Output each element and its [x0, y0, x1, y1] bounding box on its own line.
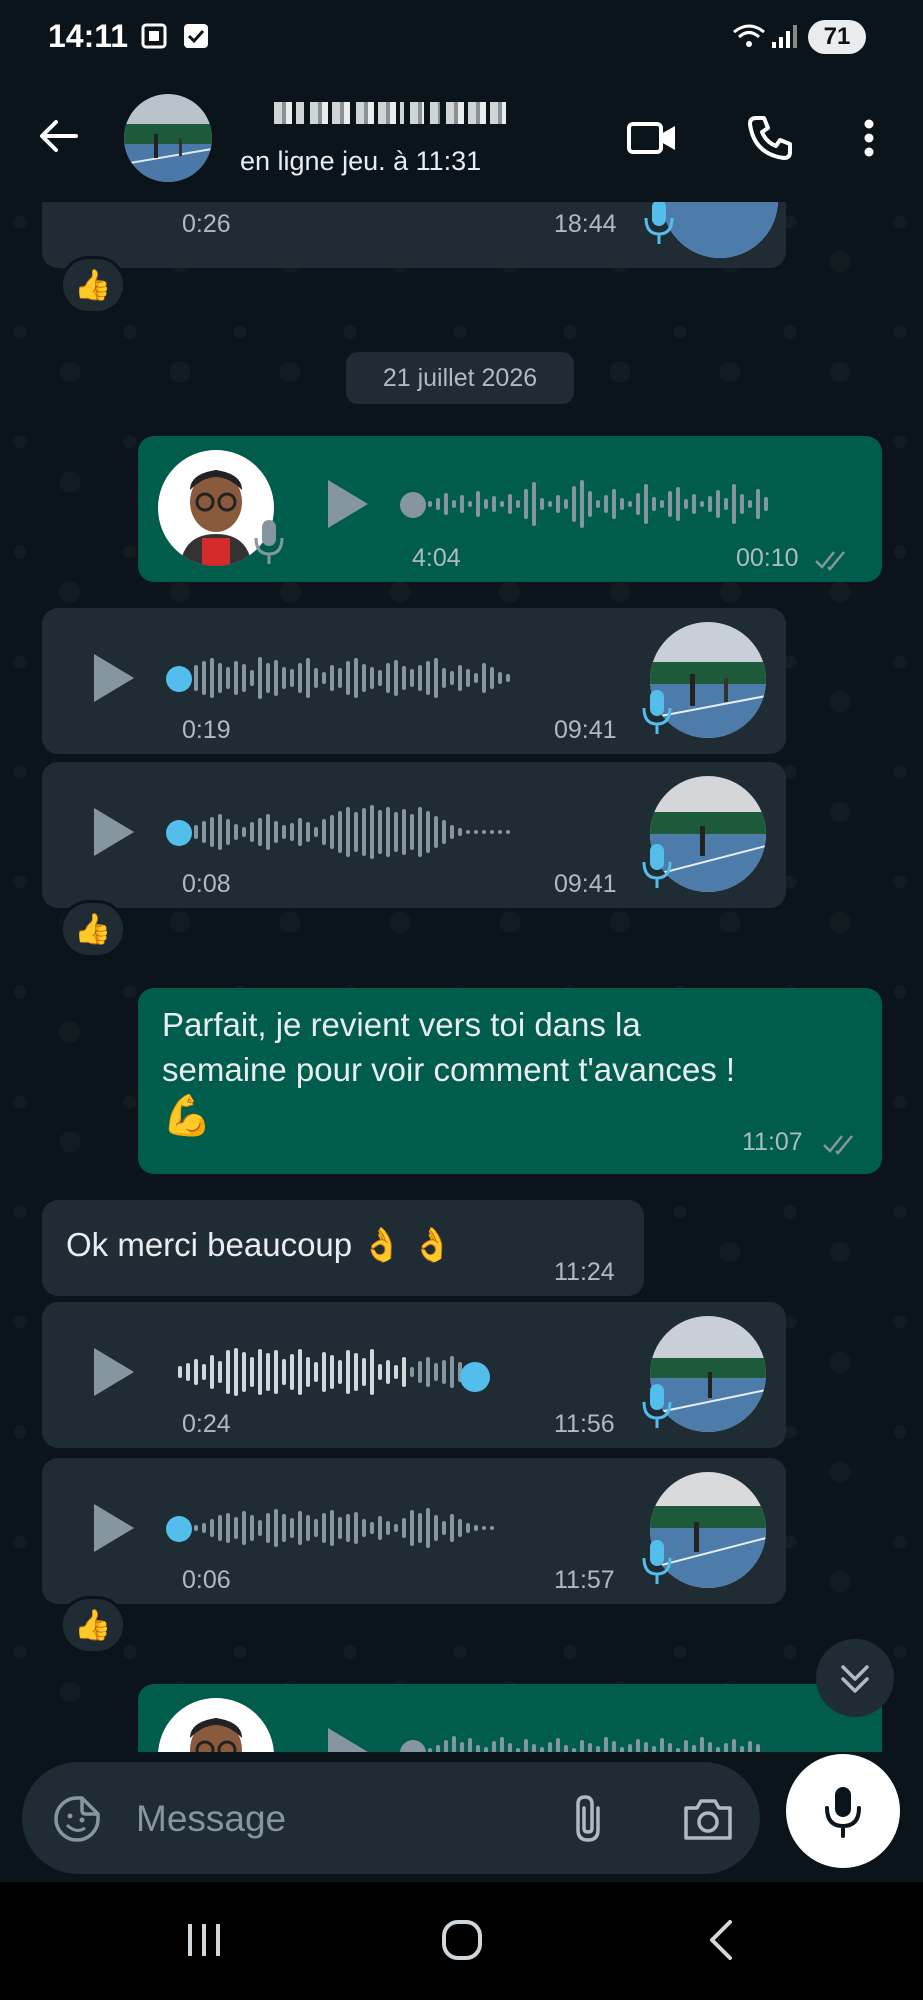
waveform[interactable] [194, 650, 510, 706]
phone-icon[interactable] [742, 110, 798, 166]
voice-message-incoming[interactable]: 0:19 09:41 [42, 608, 786, 754]
sender-avatar [662, 202, 778, 258]
status-bar: 14:11 71 [0, 0, 923, 78]
voice-record-button[interactable] [786, 1754, 900, 1868]
contact-avatar[interactable] [124, 94, 212, 182]
waveform[interactable] [428, 1724, 760, 1752]
nav-back-icon[interactable] [704, 1918, 738, 1962]
camera-icon[interactable] [682, 1796, 734, 1842]
voice-message-incoming[interactable]: 0:06 11:57 [42, 1458, 786, 1604]
mic-icon [825, 1787, 861, 1838]
play-icon[interactable] [324, 1726, 370, 1752]
mic-icon [642, 690, 672, 734]
message-input[interactable]: Message [22, 1762, 760, 1874]
video-call-icon[interactable] [624, 110, 680, 166]
reaction-badge[interactable]: 👍 [60, 256, 126, 314]
message-placeholder: Message [136, 1798, 287, 1839]
voice-message-outgoing[interactable]: 4:04 00:10 [138, 436, 882, 582]
voice-duration: 0:26 [182, 210, 231, 238]
play-icon[interactable] [90, 1502, 136, 1554]
reaction-badge[interactable]: 👍 [60, 900, 126, 958]
attach-icon[interactable] [568, 1792, 608, 1846]
waveform[interactable] [178, 1344, 486, 1400]
voice-duration: 0:24 [182, 1410, 231, 1438]
status-time: 14:11 [48, 18, 129, 54]
voice-message-incoming[interactable]: 0:08 09:41 [42, 762, 786, 908]
chat-header: en ligne jeu. à 11:31 [0, 78, 923, 202]
battery-indicator: 71 [808, 20, 866, 54]
mic-icon [642, 1540, 672, 1584]
message-time: 11:24 [554, 1258, 615, 1286]
signal-icon [772, 25, 797, 48]
play-icon[interactable] [324, 478, 370, 530]
play-icon[interactable] [90, 806, 136, 858]
message-time: 11:07 [742, 1128, 803, 1156]
scroll-to-bottom-button[interactable] [816, 1639, 894, 1717]
checkbox-notification-icon [184, 24, 208, 48]
more-options-icon[interactable] [862, 110, 876, 166]
message-time: 09:41 [554, 716, 617, 744]
system-nav-bar [0, 1882, 923, 2000]
playback-scrubber[interactable] [166, 820, 192, 846]
message-text-line: semaine pour voir comment t'avances ! [162, 1051, 736, 1088]
reaction-badge[interactable]: 👍 [60, 1596, 126, 1654]
read-ticks-icon [823, 1135, 853, 1155]
recent-apps-icon[interactable] [182, 1920, 226, 1960]
voice-message-incoming[interactable]: 0:24 11:56 [42, 1302, 786, 1448]
message-time: 18:44 [554, 210, 617, 238]
voice-duration: 0:08 [182, 870, 231, 898]
voice-message-outgoing[interactable] [138, 1684, 882, 1752]
mic-icon [642, 844, 672, 888]
message-time: 00:10 [736, 544, 799, 572]
voice-duration: 0:19 [182, 716, 231, 744]
date-separator: 21 juillet 2026 [346, 352, 574, 404]
playback-scrubber[interactable] [166, 1516, 192, 1542]
voice-message-incoming[interactable]: 0:26 18:44 [42, 202, 786, 268]
playback-scrubber[interactable] [460, 1362, 490, 1392]
text-message-incoming[interactable]: Ok merci beaucoup 👌 👌 11:24 [42, 1200, 644, 1296]
home-icon[interactable] [440, 1918, 484, 1962]
screenshot-icon [141, 23, 167, 49]
message-time: 09:41 [554, 870, 617, 898]
waveform[interactable] [194, 804, 510, 860]
contact-name-pixelated[interactable] [274, 102, 524, 132]
voice-duration: 4:04 [412, 544, 461, 572]
mic-icon [642, 1384, 672, 1428]
waveform[interactable] [194, 1500, 494, 1556]
play-icon[interactable] [90, 652, 136, 704]
mic-icon [644, 202, 674, 244]
mic-icon [254, 520, 284, 564]
waveform[interactable] [428, 476, 768, 532]
text-message-outgoing[interactable]: Parfait, je revient vers toi dans la sem… [138, 988, 882, 1174]
playback-scrubber[interactable] [400, 1740, 426, 1752]
playback-scrubber[interactable] [166, 666, 192, 692]
sticker-icon[interactable] [52, 1794, 102, 1844]
scroll-down-icon [841, 1665, 869, 1693]
chat-area[interactable]: 0:26 18:44 👍 21 juillet 2026 4:04 00:10 … [0, 202, 923, 1752]
back-arrow-icon[interactable] [36, 114, 80, 158]
voice-duration: 0:06 [182, 1566, 231, 1594]
message-text: Ok merci beaucoup 👌 👌 [66, 1226, 453, 1263]
read-ticks-icon [815, 551, 845, 571]
flexed-biceps-emoji: 💪 [162, 1094, 212, 1138]
playback-scrubber[interactable] [400, 492, 426, 518]
message-time: 11:56 [554, 1410, 615, 1438]
contact-status: en ligne jeu. à 11:31 [240, 146, 482, 176]
composer-bar: Message [0, 1752, 923, 1882]
message-time: 11:57 [554, 1566, 615, 1594]
message-text-line: Parfait, je revient vers toi dans la [162, 1006, 641, 1043]
play-icon[interactable] [90, 1346, 136, 1398]
sender-avatar [158, 1698, 274, 1752]
wifi-icon [733, 24, 765, 47]
